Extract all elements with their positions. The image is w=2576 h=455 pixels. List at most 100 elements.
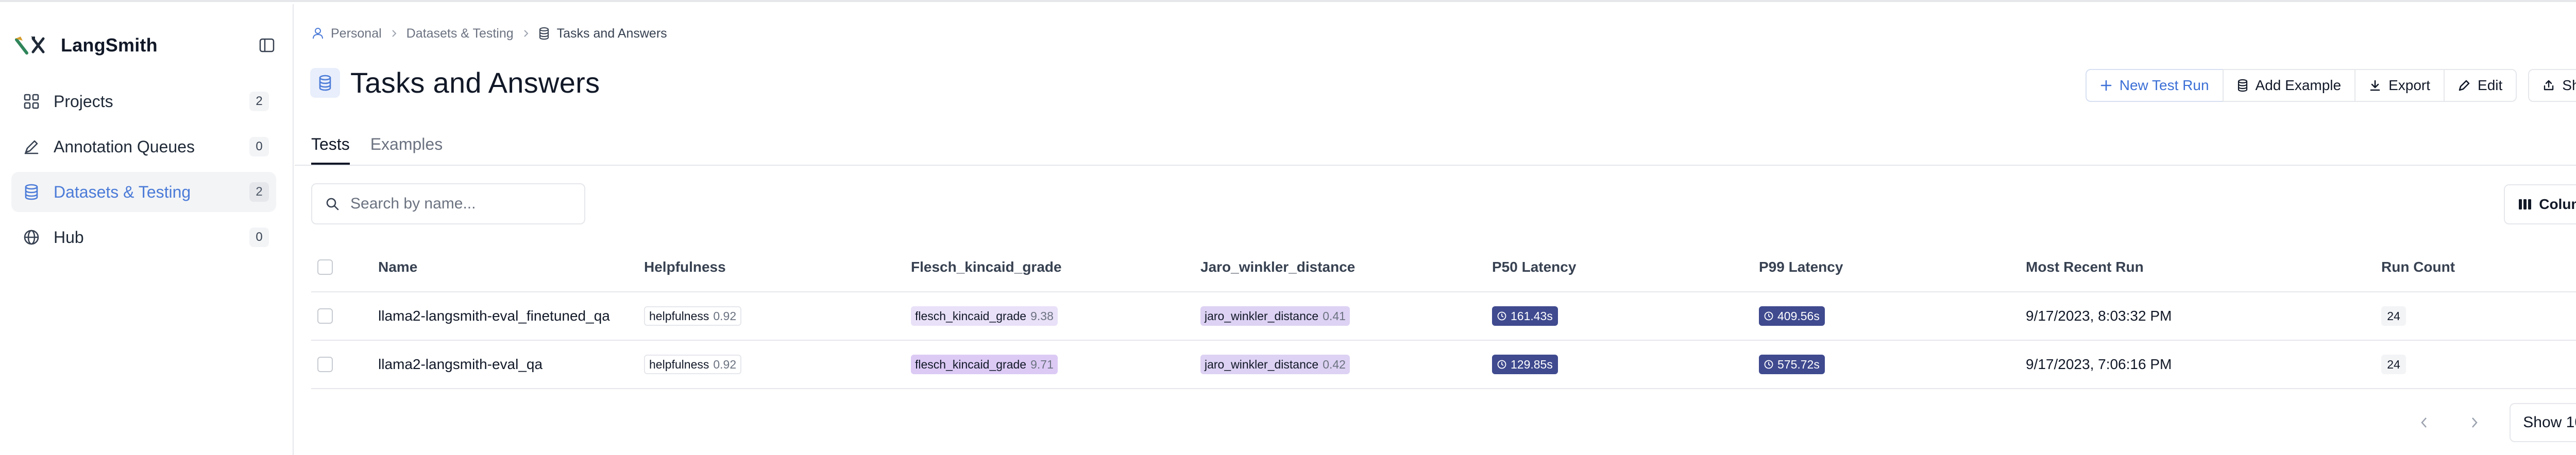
feedback-value: 0.42 bbox=[1323, 357, 1346, 371]
globe-icon bbox=[21, 226, 42, 248]
edit-button[interactable]: Edit bbox=[2444, 69, 2517, 102]
feedback-key: flesch_kincaid_grade bbox=[915, 309, 1027, 323]
pagination: Show 10 bbox=[2405, 402, 2576, 443]
sidebar-item-datasets-testing[interactable]: Datasets & Testing 2 bbox=[11, 172, 276, 212]
latency-chip: 161.43s bbox=[1492, 306, 1558, 326]
feedback-chip: flesch_kincaid_grade 9.38 bbox=[911, 306, 1058, 326]
database-icon bbox=[21, 181, 42, 203]
chevron-left-icon bbox=[2421, 417, 2427, 428]
page-header: Tasks and Answers bbox=[310, 66, 600, 99]
test-name[interactable]: llama2-langsmith-eval_finetuned_qa bbox=[378, 292, 610, 340]
sidebar-item-count: 2 bbox=[249, 182, 269, 202]
feedback-chip: flesch_kincaid_grade 9.71 bbox=[911, 355, 1058, 374]
sidebar-item-projects[interactable]: Projects 2 bbox=[11, 81, 276, 121]
breadcrumb-label: Personal bbox=[331, 26, 382, 41]
table-row[interactable]: llama2-langsmith-eval_qa helpfulness 0.9… bbox=[311, 341, 2576, 389]
share-icon bbox=[2543, 79, 2555, 92]
latency-value: 129.85s bbox=[1511, 357, 1553, 371]
column-header-jaro[interactable]: Jaro_winkler_distance bbox=[1200, 243, 1355, 291]
flesch-cell: flesch_kincaid_grade 9.38 bbox=[911, 292, 1058, 340]
feedback-chip: jaro_winkler_distance 0.41 bbox=[1200, 306, 1350, 326]
clock-icon bbox=[1764, 360, 1773, 369]
chevron-right-icon bbox=[523, 29, 529, 38]
columns-button[interactable]: Columns bbox=[2504, 184, 2576, 224]
clock-icon bbox=[1497, 311, 1506, 321]
column-header-p99[interactable]: P99 Latency bbox=[1759, 243, 1843, 291]
share-button[interactable]: Share bbox=[2528, 69, 2576, 102]
run-count-badge: 24 bbox=[2381, 355, 2406, 374]
feedback-value: 9.71 bbox=[1030, 357, 1054, 371]
breadcrumb-personal[interactable]: Personal bbox=[312, 26, 382, 41]
breadcrumb-label: Datasets & Testing bbox=[406, 26, 514, 41]
sidebar-item-hub[interactable]: Hub 0 bbox=[11, 217, 276, 257]
add-example-button[interactable]: Add Example bbox=[2222, 69, 2356, 102]
sidebar-item-annotation-queues[interactable]: Annotation Queues 0 bbox=[11, 127, 276, 167]
test-name[interactable]: llama2-langsmith-eval_qa bbox=[378, 341, 543, 388]
previous-page-button[interactable] bbox=[2405, 404, 2443, 441]
p99-cell: 575.72s bbox=[1759, 341, 1825, 388]
p50-cell: 129.85s bbox=[1492, 341, 1558, 388]
breadcrumb-datasets[interactable]: Datasets & Testing bbox=[406, 26, 514, 41]
database-icon bbox=[310, 67, 340, 98]
row-select-cell bbox=[317, 341, 333, 388]
sidebar-nav: Projects 2 Annotation Queues 0 Datasets … bbox=[11, 81, 276, 262]
chevron-right-icon bbox=[391, 29, 397, 38]
new-test-run-button[interactable]: New Test Run bbox=[2085, 69, 2224, 102]
page-title: Tasks and Answers bbox=[350, 66, 600, 99]
flesch-cell: flesch_kincaid_grade 9.71 bbox=[911, 341, 1058, 388]
button-label: Edit bbox=[2478, 77, 2503, 93]
tab-tests[interactable]: Tests bbox=[311, 131, 350, 165]
jaro-cell: jaro_winkler_distance 0.41 bbox=[1200, 292, 1350, 340]
select-all-checkbox[interactable] bbox=[317, 259, 333, 275]
search-field[interactable] bbox=[311, 183, 585, 224]
columns-icon bbox=[2518, 198, 2532, 211]
feedback-value: 9.38 bbox=[1030, 309, 1054, 323]
sidebar-item-label: Datasets & Testing bbox=[54, 182, 191, 201]
column-header-flesch[interactable]: Flesch_kincaid_grade bbox=[911, 243, 1062, 291]
next-page-button[interactable] bbox=[2456, 404, 2493, 441]
user-icon bbox=[312, 27, 324, 40]
tab-bar: Tests Examples bbox=[311, 131, 463, 165]
column-header-name[interactable]: Name bbox=[378, 243, 417, 291]
brand[interactable]: LangSmith bbox=[13, 31, 158, 60]
database-icon bbox=[2237, 79, 2248, 92]
row-checkbox[interactable] bbox=[317, 357, 333, 372]
tabs-divider bbox=[295, 165, 2576, 166]
table-row[interactable]: llama2-langsmith-eval_finetuned_qa helpf… bbox=[311, 292, 2576, 341]
pencil-icon bbox=[2458, 79, 2470, 92]
feedback-value: 0.41 bbox=[1323, 309, 1346, 323]
feedback-key: jaro_winkler_distance bbox=[1205, 309, 1319, 323]
most-recent-run: 9/17/2023, 8:03:32 PM bbox=[2026, 308, 2172, 324]
latency-chip: 409.56s bbox=[1759, 306, 1825, 326]
run-count-cell: 24 bbox=[2381, 341, 2406, 388]
langsmith-logo-icon bbox=[13, 33, 49, 57]
tab-examples[interactable]: Examples bbox=[370, 131, 443, 165]
search-icon bbox=[326, 197, 339, 211]
p50-cell: 161.43s bbox=[1492, 292, 1558, 340]
sidebar-item-label: Hub bbox=[54, 227, 84, 247]
feedback-value: 0.92 bbox=[713, 357, 737, 371]
grid-icon bbox=[21, 91, 42, 112]
collapse-sidebar-button[interactable] bbox=[256, 34, 278, 57]
search-input[interactable] bbox=[350, 195, 567, 213]
feedback-key: helpfulness bbox=[649, 309, 709, 323]
breadcrumb-current: Tasks and Answers bbox=[538, 26, 667, 41]
latency-chip: 129.85s bbox=[1492, 355, 1558, 374]
table-header-row: Name Helpfulness Flesch_kincaid_grade Ja… bbox=[311, 243, 2576, 292]
page-size-label: Show 10 bbox=[2523, 414, 2576, 431]
row-checkbox[interactable] bbox=[317, 308, 333, 324]
column-header-helpfulness[interactable]: Helpfulness bbox=[644, 243, 726, 291]
column-header-most-recent-run[interactable]: Most Recent Run bbox=[2026, 243, 2144, 291]
jaro-cell: jaro_winkler_distance 0.42 bbox=[1200, 341, 1350, 388]
column-header-p50[interactable]: P50 Latency bbox=[1492, 243, 1576, 291]
pen-icon bbox=[21, 136, 42, 157]
helpfulness-cell: helpfulness 0.92 bbox=[644, 292, 742, 340]
button-label: New Test Run bbox=[2119, 77, 2209, 93]
database-icon bbox=[538, 27, 550, 40]
export-button[interactable]: Export bbox=[2354, 69, 2445, 102]
column-header-run-count[interactable]: Run Count bbox=[2381, 243, 2455, 291]
latency-value: 409.56s bbox=[1777, 309, 1820, 323]
tests-table: Name Helpfulness Flesch_kincaid_grade Ja… bbox=[311, 243, 2576, 389]
page-size-select[interactable]: Show 10 bbox=[2510, 403, 2576, 442]
sidebar-item-count: 2 bbox=[249, 92, 269, 111]
